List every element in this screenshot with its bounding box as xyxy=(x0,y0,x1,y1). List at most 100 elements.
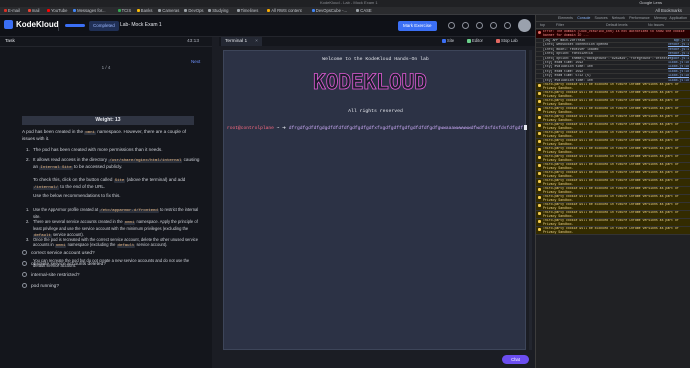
console-message[interactable]: Third-party cookie will be blocked in fu… xyxy=(536,123,690,131)
all-bookmarks-button[interactable]: All Bookmarks xyxy=(655,8,682,13)
source-link[interactable]: vendor.js:1 xyxy=(668,52,689,55)
editor-button[interactable]: Editor xyxy=(467,38,483,43)
devtools-tab[interactable]: Elements xyxy=(558,16,573,20)
console-message[interactable]: Third-party cookie will be blocked in fu… xyxy=(536,107,690,115)
check-item-2[interactable]: obsolete service accounts deleted? xyxy=(22,261,106,267)
window-title: KodeKloud - Lab - Mock Exam 1 xyxy=(320,0,378,5)
devtools-panel: Elements Console Sources Network Performance… xyxy=(535,15,690,368)
fullscreen-icon[interactable] xyxy=(490,22,497,29)
warning-icon xyxy=(538,172,541,175)
console-message[interactable]: Third-party cookie will be blocked in fu… xyxy=(536,227,690,235)
console-message[interactable]: Third-party cookie will be blocked in fu… xyxy=(536,83,690,91)
bookmark-item[interactable]: mail xyxy=(27,8,39,13)
console-message[interactable]: Third-party cookie will be blocked in fu… xyxy=(536,195,690,203)
console-message[interactable]: Third-party cookie will be blocked in fu… xyxy=(536,147,690,155)
devtools-tab[interactable]: Performance xyxy=(629,16,650,20)
bookmark-favicon-icon xyxy=(208,9,212,13)
bookmark-item[interactable]: TCIS xyxy=(117,8,131,13)
bookmark-item[interactable]: DevOpsCube -... xyxy=(311,8,347,13)
devtools-tab[interactable]: Memory xyxy=(654,16,667,20)
close-icon[interactable]: × xyxy=(255,39,258,44)
app-header: KodeKloud Completed Lab- Mock Exam 1 Mar… xyxy=(0,15,535,37)
devtools-tabs: Elements Console Sources Network Performance… xyxy=(536,15,690,22)
svg-text:KODEKLOUD: KODEKLOUD xyxy=(313,70,427,94)
avatar[interactable] xyxy=(518,19,531,32)
task-panel: Task 43:13 Next 1 / 4 Weight: 13 A pod h… xyxy=(0,37,212,368)
source-link[interactable]: vendor.js:1 xyxy=(668,43,689,46)
bookmarks-bar: All Bookmarks E-mail mail YouTube Messages … xyxy=(0,7,690,15)
console-message[interactable]: Third-party cookie will be blocked in fu… xyxy=(536,219,690,227)
bookmark-item[interactable]: Cameras xyxy=(158,8,179,13)
bookmark-item[interactable]: YouTube xyxy=(47,8,67,13)
console-message[interactable]: Third-party cookie will be blocked in fu… xyxy=(536,171,690,179)
levels-select[interactable]: Default levels xyxy=(606,23,628,27)
warning-icon xyxy=(538,164,541,167)
console-message[interactable]: Error: The domain (CODE_VERIFIED_ERR) is… xyxy=(536,30,690,39)
bookmark-item[interactable]: All RWS content xyxy=(267,8,302,13)
source-link[interactable]: 1188b.js:18 xyxy=(668,70,689,73)
google-lens-button[interactable]: Google Lens xyxy=(639,0,662,5)
site-button[interactable]: Site xyxy=(442,38,454,43)
next-button[interactable]: Next xyxy=(191,59,200,64)
tab-terminal-1[interactable]: Terminal 1 × xyxy=(221,37,262,46)
mark-exercise-button[interactable]: Mark Exercise xyxy=(398,21,437,31)
check-item-1[interactable]: correct service account used? xyxy=(22,250,95,256)
chat-button[interactable]: Chat xyxy=(502,355,529,364)
source-link[interactable]: vendor.js:1 xyxy=(668,57,689,60)
source-link[interactable]: vendor.js:1 xyxy=(668,48,689,51)
notification-icon[interactable] xyxy=(462,22,469,29)
source-link[interactable]: 1188b.js:18 xyxy=(668,74,689,77)
console-message[interactable]: Third-party cookie will be blocked in fu… xyxy=(536,211,690,219)
devtools-tab[interactable]: Network xyxy=(612,16,625,20)
console-message[interactable]: Third-party cookie will be blocked in fu… xyxy=(536,203,690,211)
console-message[interactable]: Third-party cookie will be blocked in fu… xyxy=(536,91,690,99)
console-message[interactable]: Third-party cookie will be blocked in fu… xyxy=(536,115,690,123)
terminal-scrollbar[interactable] xyxy=(529,50,532,350)
devtools-tab[interactable]: Sources xyxy=(595,16,608,20)
bookmark-item[interactable]: Timelines xyxy=(236,8,258,13)
bookmark-favicon-icon xyxy=(27,9,31,13)
source-link[interactable]: 1188b.js:18 xyxy=(668,61,689,64)
console-message[interactable]: Third-party cookie will be blocked in fu… xyxy=(536,99,690,107)
check-item-4[interactable]: pod running? xyxy=(22,283,59,289)
console-message[interactable]: Third-party cookie will be blocked in fu… xyxy=(536,179,690,187)
issues-button[interactable]: No Issues xyxy=(648,23,664,27)
issue-item-2: 2. It allows read access in the directory… xyxy=(26,157,200,171)
console-message[interactable]: Third-party cookie will be blocked in fu… xyxy=(536,155,690,163)
kodekloud-logo[interactable]: KodeKloud xyxy=(4,20,59,30)
filter-input[interactable]: Filter xyxy=(556,23,564,27)
bookmark-item[interactable]: CASE xyxy=(356,8,372,13)
console-message[interactable]: Third-party cookie will be blocked in fu… xyxy=(536,139,690,147)
source-link[interactable]: 1188b.js:18 xyxy=(668,65,689,68)
bookmark-item[interactable]: E-mail xyxy=(4,8,20,13)
bookmark-item[interactable]: Studying xyxy=(208,8,228,13)
help-icon[interactable] xyxy=(448,22,455,29)
warning-icon xyxy=(538,116,541,119)
bookmark-favicon-icon xyxy=(73,9,77,13)
context-select[interactable]: top xyxy=(540,23,545,27)
panel-resizer[interactable] xyxy=(212,37,219,368)
check-instructions: To check this, click on the button calle… xyxy=(33,177,186,191)
console-message[interactable]: Third-party cookie will be blocked in fu… xyxy=(536,163,690,171)
warning-icon xyxy=(538,156,541,159)
console-message[interactable]: Third-party cookie will be blocked in fu… xyxy=(536,187,690,195)
bookmark-item[interactable]: Messages for... xyxy=(73,8,106,13)
bookmark-item[interactable]: Banks xyxy=(136,8,152,13)
bookmark-favicon-icon xyxy=(356,9,360,13)
check-item-3[interactable]: internal-site restricted? xyxy=(22,272,80,278)
devtools-tab[interactable]: Console xyxy=(577,16,590,20)
source-link[interactable]: 1188b.js:18 xyxy=(668,79,689,82)
recommendation-3: 3. Once the pod is recreated with the cor… xyxy=(26,237,198,249)
bookmark-favicon-icon xyxy=(47,9,50,13)
settings-icon[interactable] xyxy=(476,22,483,29)
source-link[interactable]: app.js:1 xyxy=(674,39,689,42)
console-message[interactable]: Third-party cookie will be blocked in fu… xyxy=(536,131,690,139)
terminal-tabs: Terminal 1 × Site Editor Stop Lab xyxy=(219,37,535,46)
warning-icon xyxy=(538,204,541,207)
stop-lab-button[interactable]: Stop Lab xyxy=(496,38,518,43)
terminal-screen[interactable]: Welcome to the KodeKloud Hands-On lab KO… xyxy=(223,50,528,350)
more-icon[interactable] xyxy=(504,22,511,29)
timer: 43:13 xyxy=(187,39,200,44)
bookmark-item[interactable]: DevOps xyxy=(184,8,204,13)
devtools-tab[interactable]: Application xyxy=(669,16,687,20)
